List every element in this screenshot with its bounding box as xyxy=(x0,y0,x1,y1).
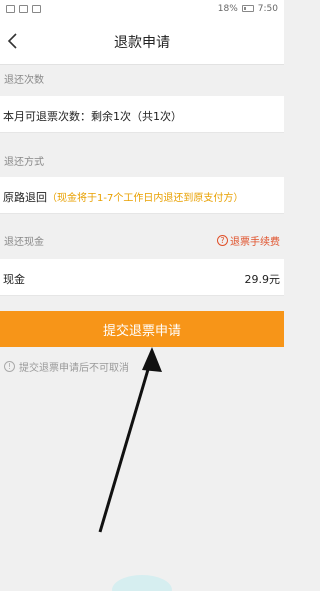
wifi-icon xyxy=(19,4,28,13)
info-icon: ! xyxy=(4,361,15,372)
battery-icon xyxy=(241,5,254,12)
page-title: 退款申请 xyxy=(114,35,170,51)
battery-percent: 18% xyxy=(217,3,238,14)
refund-count-value: 本月可退票次数：剩余1次（共1次） xyxy=(3,110,182,123)
refund-cash-label: 退还现金 xyxy=(4,237,44,248)
refund-method-text: 原路退回 xyxy=(3,191,47,204)
submit-refund-button[interactable]: 提交退票申请 xyxy=(0,311,284,347)
bottom-logo xyxy=(112,575,172,591)
refund-method-hint: （现金将于1-7个工作日内退还到原支付方） xyxy=(47,193,244,204)
status-bar: 18% 7:50 xyxy=(0,0,284,17)
refund-cash-row: 现金 29.9元 xyxy=(0,259,284,296)
notification-icon xyxy=(32,4,41,13)
refund-count-label: 退还次数 xyxy=(4,75,44,86)
status-left xyxy=(6,4,41,13)
question-icon: ? xyxy=(217,235,228,246)
nav-bar: 退款申请 xyxy=(0,17,284,65)
refund-fee-link[interactable]: ? 退票手续费 xyxy=(217,233,280,248)
cancel-notice: ! 提交退票申请后不可取消 xyxy=(4,359,129,374)
refund-method-row: 原路退回（现金将于1-7个工作日内退还到原支付方） xyxy=(0,177,284,214)
status-right: 18% 7:50 xyxy=(218,4,278,14)
refund-count-row: 本月可退票次数：剩余1次（共1次） xyxy=(0,96,284,133)
refund-method-value: 原路退回（现金将于1-7个工作日内退还到原支付方） xyxy=(3,189,243,205)
refund-method-label: 退还方式 xyxy=(4,157,44,168)
cash-amount: 29.9元 xyxy=(244,273,281,286)
refund-fee-label: 退票手续费 xyxy=(230,237,280,248)
cancel-notice-text: 提交退票申请后不可取消 xyxy=(19,363,129,374)
cash-item-label: 现金 xyxy=(3,273,25,286)
signal-icon xyxy=(6,4,15,13)
status-time: 7:50 xyxy=(257,3,278,14)
